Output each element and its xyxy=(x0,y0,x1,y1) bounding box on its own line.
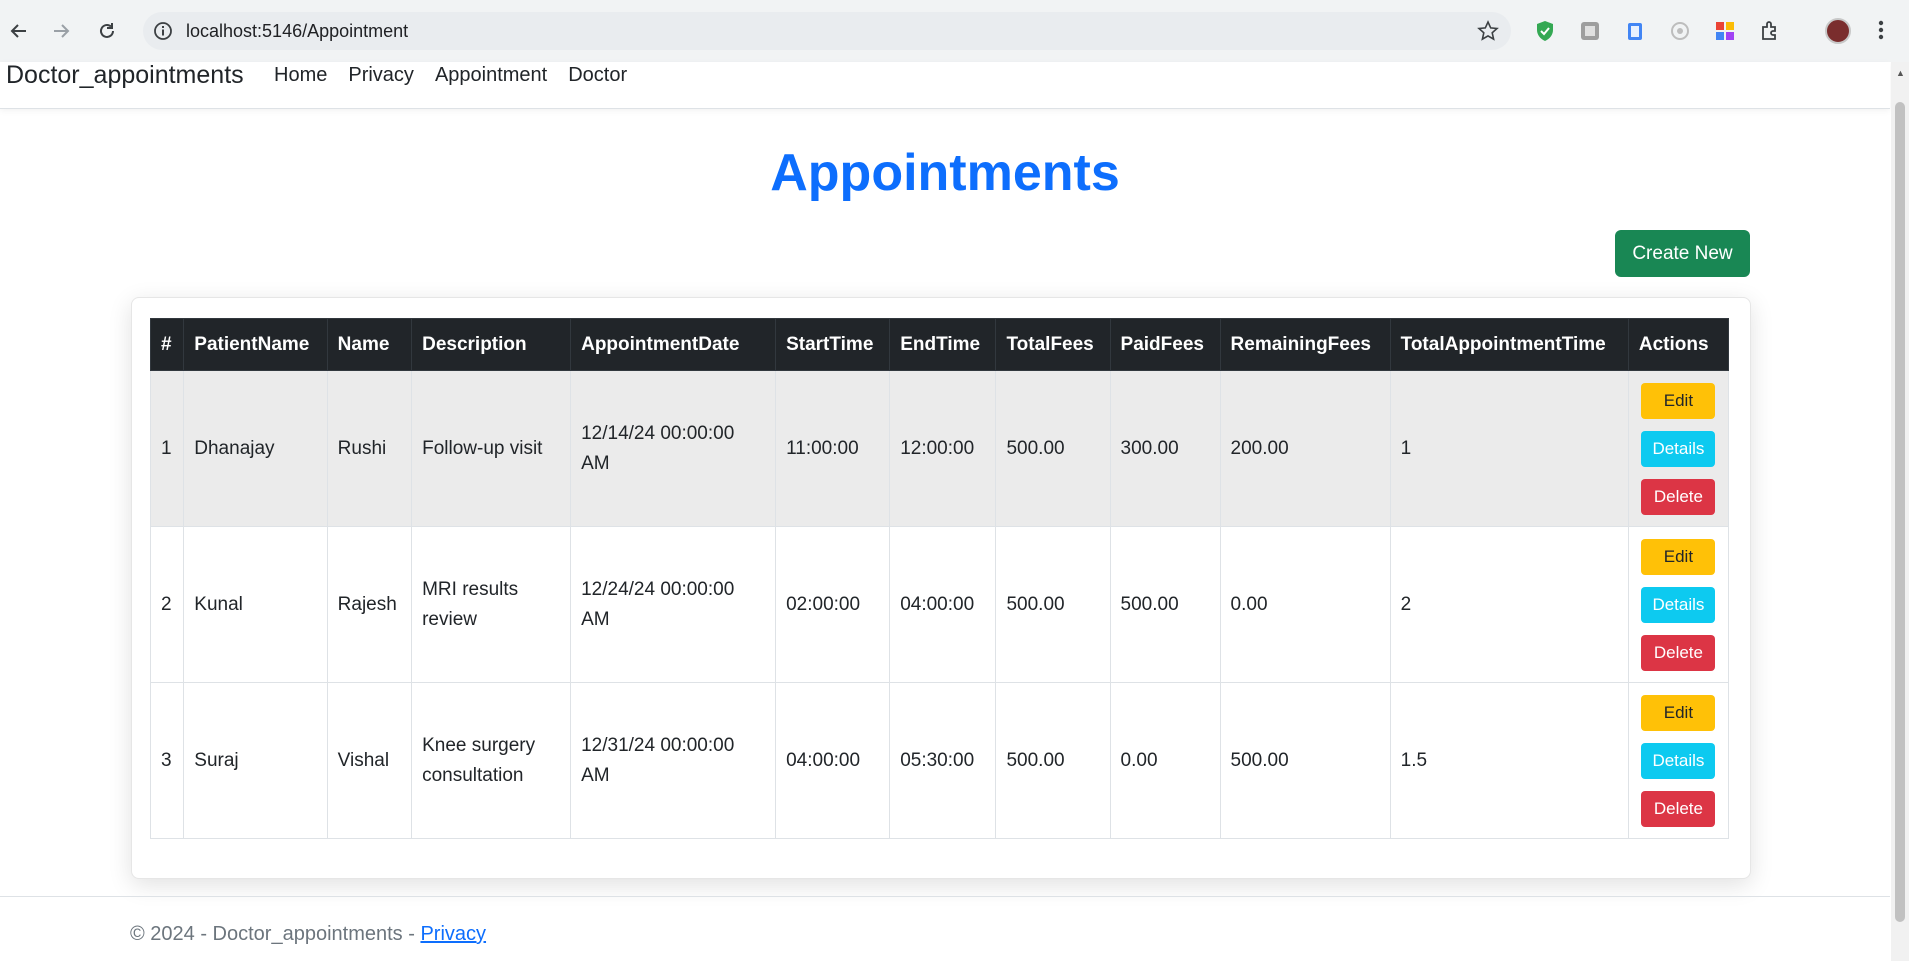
cell-endtime: 12:00:00 xyxy=(889,370,997,527)
shield-extension-icon[interactable] xyxy=(1532,18,1558,44)
footer-copyright: © 2024 - Doctor_appointments - xyxy=(130,923,421,945)
cell-remainingfees: 200.00 xyxy=(1219,370,1391,527)
details-button[interactable]: Details xyxy=(1641,430,1716,467)
cell-actions: Edit Details Delete xyxy=(1627,370,1730,527)
header-endtime: EndTime xyxy=(889,318,997,371)
header-totalfees: TotalFees xyxy=(995,318,1111,371)
cell-name: Rajesh xyxy=(326,526,413,683)
image-extension-icon[interactable] xyxy=(1577,18,1603,44)
cell-description: Follow-up visit xyxy=(411,370,572,527)
edit-button[interactable]: Edit xyxy=(1641,382,1716,419)
profile-avatar[interactable] xyxy=(1825,18,1851,44)
page-footer: © 2024 - Doctor_appointments - Privacy xyxy=(0,896,1890,962)
table-header-row: # PatientName Name Description Appointme… xyxy=(149,318,1730,371)
cell-appointmentdate: 12/24/24 00:00:00 AM xyxy=(570,526,777,683)
delete-button[interactable]: Delete xyxy=(1641,478,1716,515)
site-info-icon[interactable] xyxy=(153,21,173,46)
header-appointmentdate: AppointmentDate xyxy=(570,318,777,371)
nav-link-doctor[interactable]: Doctor xyxy=(568,62,627,88)
cell-name: Rushi xyxy=(326,370,413,527)
cell-starttime: 04:00:00 xyxy=(775,682,891,839)
cell-actions: Edit Details Delete xyxy=(1627,526,1730,683)
reload-icon[interactable] xyxy=(92,16,122,46)
scroll-up-icon[interactable]: ▲ xyxy=(1896,68,1905,78)
cell-description: MRI results review xyxy=(411,526,572,683)
delete-button[interactable]: Delete xyxy=(1641,634,1716,671)
back-arrow-icon[interactable] xyxy=(4,16,34,46)
nav-links: Home Privacy Appointment Doctor xyxy=(274,62,648,88)
nav-link-home[interactable]: Home xyxy=(274,62,327,88)
header-name: Name xyxy=(326,318,413,371)
page-scrollbar[interactable]: ▲ xyxy=(1891,62,1909,961)
menu-kebab-icon[interactable] xyxy=(1875,16,1887,49)
cell-remainingfees: 0.00 xyxy=(1219,526,1391,683)
forward-arrow-icon[interactable] xyxy=(46,16,76,46)
header-patientname: PatientName xyxy=(183,318,328,371)
header-actions: Actions xyxy=(1627,318,1730,371)
header-totalappointmenttime: TotalAppointmentTime xyxy=(1389,318,1629,371)
table-row: 3 Suraj Vishal Knee surgery consultation… xyxy=(149,682,1730,839)
footer-privacy-link[interactable]: Privacy xyxy=(420,923,486,945)
appointments-table: # PatientName Name Description Appointme… xyxy=(149,318,1730,839)
cell-totalfees: 500.00 xyxy=(995,370,1111,527)
header-description: Description xyxy=(411,318,572,371)
cell-paidfees: 0.00 xyxy=(1109,682,1221,839)
cell-totalappointmenttime: 1.5 xyxy=(1389,682,1629,839)
cell-paidfees: 300.00 xyxy=(1109,370,1221,527)
edit-button[interactable]: Edit xyxy=(1641,538,1716,575)
cell-starttime: 02:00:00 xyxy=(775,526,891,683)
nav-link-appointment[interactable]: Appointment xyxy=(435,62,547,88)
clipboard-extension-icon[interactable] xyxy=(1622,18,1648,44)
scrollbar-thumb[interactable] xyxy=(1895,102,1905,922)
cell-totalfees: 500.00 xyxy=(995,526,1111,683)
circle-extension-icon[interactable] xyxy=(1667,18,1693,44)
address-bar[interactable]: localhost:5146/Appointment xyxy=(143,12,1511,50)
cell-number: 1 xyxy=(149,370,185,527)
header-starttime: StartTime xyxy=(775,318,891,371)
browser-toolbar: localhost:5146/Appointment xyxy=(0,0,1909,62)
cell-actions: Edit Details Delete xyxy=(1627,682,1730,839)
cell-patientname: Kunal xyxy=(183,526,328,683)
url-text[interactable]: localhost:5146/Appointment xyxy=(186,12,408,50)
edit-button[interactable]: Edit xyxy=(1641,694,1716,731)
header-remainingfees: RemainingFees xyxy=(1219,318,1391,371)
cell-starttime: 11:00:00 xyxy=(775,370,891,527)
header-number: # xyxy=(149,318,185,371)
app-navbar: Doctor_appointments Home Privacy Appoint… xyxy=(0,62,1890,109)
cell-name: Vishal xyxy=(326,682,413,839)
cell-number: 2 xyxy=(149,526,185,683)
cell-appointmentdate: 12/14/24 00:00:00 AM xyxy=(570,370,777,527)
cell-appointmentdate: 12/31/24 00:00:00 AM xyxy=(570,682,777,839)
extensions-puzzle-icon[interactable] xyxy=(1757,18,1783,44)
brand-link[interactable]: Doctor_appointments xyxy=(6,62,244,88)
create-new-button[interactable]: Create New xyxy=(1615,230,1750,277)
table-row: 2 Kunal Rajesh MRI results review 12/24/… xyxy=(149,526,1730,683)
puzzle-color-extension-icon[interactable] xyxy=(1712,18,1738,44)
cell-endtime: 05:30:00 xyxy=(889,682,997,839)
table-row: 1 Dhanajay Rushi Follow-up visit 12/14/2… xyxy=(149,370,1730,527)
cell-totalappointmenttime: 2 xyxy=(1389,526,1629,683)
nav-link-privacy[interactable]: Privacy xyxy=(348,62,414,88)
cell-totalfees: 500.00 xyxy=(995,682,1111,839)
header-paidfees: PaidFees xyxy=(1109,318,1221,371)
bookmark-star-icon[interactable] xyxy=(1477,20,1499,47)
details-button[interactable]: Details xyxy=(1641,742,1716,779)
cell-paidfees: 500.00 xyxy=(1109,526,1221,683)
cell-number: 3 xyxy=(149,682,185,839)
details-button[interactable]: Details xyxy=(1641,586,1716,623)
cell-patientname: Suraj xyxy=(183,682,328,839)
cell-description: Knee surgery consultation xyxy=(411,682,572,839)
cell-patientname: Dhanajay xyxy=(183,370,328,527)
delete-button[interactable]: Delete xyxy=(1641,790,1716,827)
footer-text: © 2024 - Doctor_appointments - Privacy xyxy=(130,923,486,946)
cell-endtime: 04:00:00 xyxy=(889,526,997,683)
page-title: Appointments xyxy=(770,144,1120,202)
cell-remainingfees: 500.00 xyxy=(1219,682,1391,839)
cell-totalappointmenttime: 1 xyxy=(1389,370,1629,527)
